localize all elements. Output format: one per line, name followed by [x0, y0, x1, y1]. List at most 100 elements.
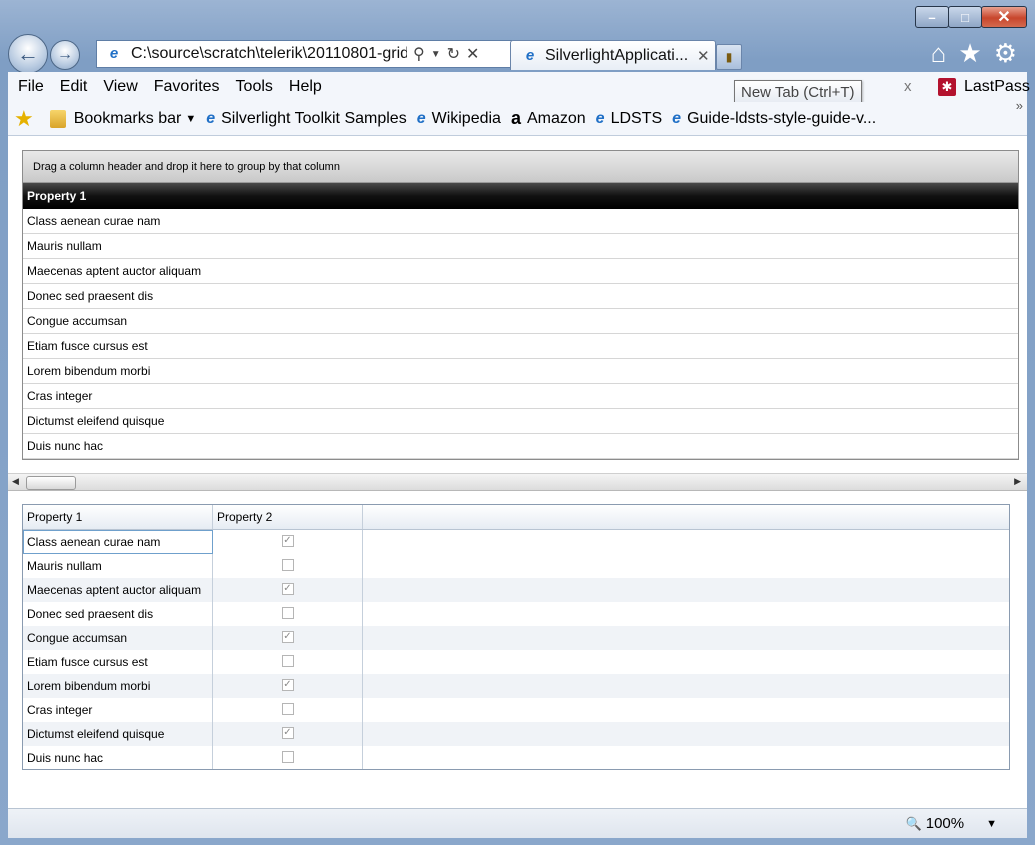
- favorite-ldsts[interactable]: e LDSTS: [596, 110, 662, 128]
- menu-favorites[interactable]: Favorites: [154, 78, 220, 96]
- group-panel[interactable]: Drag a column header and drop it here to…: [23, 151, 1018, 183]
- table-row[interactable]: Class aenean curae nam ✓: [23, 530, 1009, 554]
- folder-icon: [49, 109, 66, 128]
- table-row[interactable]: Duis nunc hac: [23, 434, 1018, 459]
- menu-edit[interactable]: Edit: [60, 78, 88, 96]
- table-row[interactable]: Lorem bibendum morbi: [23, 359, 1018, 384]
- column-header-property-1[interactable]: Property 1: [23, 505, 213, 529]
- address-bar[interactable]: e C:\source\scratch\telerik\20110801-gri…: [96, 40, 512, 68]
- address-text[interactable]: C:\source\scratch\telerik\20110801-gridv: [131, 45, 407, 63]
- table-row[interactable]: Etiam fusce cursus est: [23, 650, 1009, 674]
- cell-property-1[interactable]: Dictumst eleifend quisque: [23, 722, 213, 746]
- checkbox[interactable]: [281, 655, 294, 667]
- favorites-star-icon[interactable]: ★: [958, 40, 981, 66]
- favorite-wikipedia[interactable]: e Wikipedia: [417, 110, 501, 128]
- cell-property-2: [213, 650, 363, 674]
- column-header-property-1[interactable]: Property 1: [23, 183, 1018, 209]
- cell-property-1[interactable]: Etiam fusce cursus est: [23, 650, 213, 674]
- table-row[interactable]: Maecenas aptent auctor aliquam: [23, 259, 1018, 284]
- favorite-style-guide[interactable]: e Guide-ldsts-style-guide-v...: [672, 110, 876, 128]
- favorites-more-icon[interactable]: »: [1016, 98, 1023, 113]
- search-icon[interactable]: ⚲: [413, 44, 425, 64]
- menu-view[interactable]: View: [103, 78, 137, 96]
- table-row[interactable]: Duis nunc hac: [23, 746, 1009, 769]
- favorite-amazon[interactable]: a Amazon: [511, 108, 586, 129]
- checkbox[interactable]: [281, 703, 294, 715]
- checkbox[interactable]: ✓: [281, 727, 294, 739]
- table-row[interactable]: Mauris nullam: [23, 554, 1009, 578]
- checkbox[interactable]: [281, 607, 294, 619]
- checkbox[interactable]: ✓: [281, 535, 294, 547]
- table-row[interactable]: Mauris nullam: [23, 234, 1018, 259]
- cell-property-1[interactable]: Donec sed praesent dis: [23, 602, 213, 626]
- favorite-label: Guide-ldsts-style-guide-v...: [687, 109, 877, 127]
- table-row[interactable]: Maecenas aptent auctor aliquam ✓: [23, 578, 1009, 602]
- table-row[interactable]: Dictumst eleifend quisque: [23, 409, 1018, 434]
- table-row[interactable]: Donec sed praesent dis: [23, 284, 1018, 309]
- cell-property-2: [213, 602, 363, 626]
- back-button[interactable]: ←: [8, 34, 48, 74]
- lastpass-button[interactable]: ✱ LastPass: [938, 78, 1030, 96]
- tab-close-icon[interactable]: ✕: [697, 47, 710, 65]
- cell-filler: [363, 578, 1009, 602]
- favorites-button[interactable]: ★: [8, 106, 40, 132]
- minimize-button[interactable]: –: [915, 6, 949, 28]
- cell-property-1[interactable]: Duis nunc hac: [23, 746, 213, 769]
- stop-icon[interactable]: ✕: [466, 44, 479, 64]
- cell-filler: [363, 698, 1009, 722]
- bookmarks-bar-label: Bookmarks bar: [73, 109, 182, 127]
- toolbar-close-icon[interactable]: x: [904, 78, 912, 95]
- refresh-icon[interactable]: ↻: [447, 44, 460, 64]
- checkbox[interactable]: ✓: [281, 583, 294, 595]
- bookmarks-bar-folder[interactable]: Bookmarks bar ▼: [49, 109, 196, 128]
- table-row[interactable]: Congue accumsan: [23, 309, 1018, 334]
- cell-property-1[interactable]: Mauris nullam: [23, 554, 213, 578]
- checkbox[interactable]: [281, 559, 294, 571]
- checkbox[interactable]: ✓: [281, 631, 294, 643]
- menu-tools[interactable]: Tools: [236, 78, 273, 96]
- tab-title: SilverlightApplicati...: [545, 46, 689, 64]
- cell-filler: [363, 674, 1009, 698]
- gear-icon[interactable]: ⚙: [994, 40, 1017, 66]
- cell-filler: [363, 554, 1009, 578]
- cell-property-2: [213, 746, 363, 769]
- menu-help[interactable]: Help: [289, 78, 322, 96]
- table-row[interactable]: Cras integer: [23, 384, 1018, 409]
- zoom-control[interactable]: 🔍 100% ▼: [906, 815, 997, 832]
- table-row[interactable]: Class aenean curae nam: [23, 209, 1018, 234]
- horizontal-scrollbar[interactable]: ◀ ▶: [8, 473, 1027, 491]
- cell-filler: [363, 530, 1009, 554]
- new-tab-button[interactable]: ▮: [716, 44, 742, 70]
- maximize-button[interactable]: □: [948, 6, 982, 28]
- chevron-down-icon[interactable]: ▼: [986, 818, 997, 830]
- cell-property-1[interactable]: Congue accumsan: [23, 626, 213, 650]
- tab-silverlight-application[interactable]: e SilverlightApplicati... ✕: [510, 40, 716, 70]
- cell-property-1[interactable]: Maecenas aptent auctor aliquam: [23, 578, 213, 602]
- table-row[interactable]: Lorem bibendum morbi ✓: [23, 674, 1009, 698]
- checkbox[interactable]: [281, 751, 294, 763]
- column-header-property-2[interactable]: Property 2: [213, 505, 363, 529]
- cell-property-2: [213, 554, 363, 578]
- table-row[interactable]: Donec sed praesent dis: [23, 602, 1009, 626]
- menu-bar: File Edit View Favorites Tools Help: [8, 72, 1027, 102]
- dropdown-arrow-icon[interactable]: ▼: [431, 49, 441, 60]
- cell-property-2: [213, 698, 363, 722]
- scrollbar-thumb[interactable]: [26, 476, 76, 490]
- cell-property-2: ✓: [213, 530, 363, 554]
- table-row[interactable]: Congue accumsan ✓: [23, 626, 1009, 650]
- menu-file[interactable]: File: [18, 78, 44, 96]
- zoom-level: 100%: [925, 815, 965, 832]
- scroll-left-icon[interactable]: ◀: [12, 476, 19, 487]
- home-icon[interactable]: ⌂: [931, 40, 947, 66]
- favorite-silverlight-toolkit[interactable]: e Silverlight Toolkit Samples: [206, 110, 406, 128]
- forward-button[interactable]: →: [50, 40, 80, 70]
- checkbox[interactable]: ✓: [281, 679, 294, 691]
- scroll-right-icon[interactable]: ▶: [1014, 476, 1021, 487]
- cell-property-1[interactable]: Lorem bibendum morbi: [23, 674, 213, 698]
- table-row[interactable]: Dictumst eleifend quisque ✓: [23, 722, 1009, 746]
- cell-property-1[interactable]: Cras integer: [23, 698, 213, 722]
- table-row[interactable]: Cras integer: [23, 698, 1009, 722]
- close-window-button[interactable]: ✕: [981, 6, 1027, 28]
- table-row[interactable]: Etiam fusce cursus est: [23, 334, 1018, 359]
- cell-property-1[interactable]: Class aenean curae nam: [23, 530, 213, 554]
